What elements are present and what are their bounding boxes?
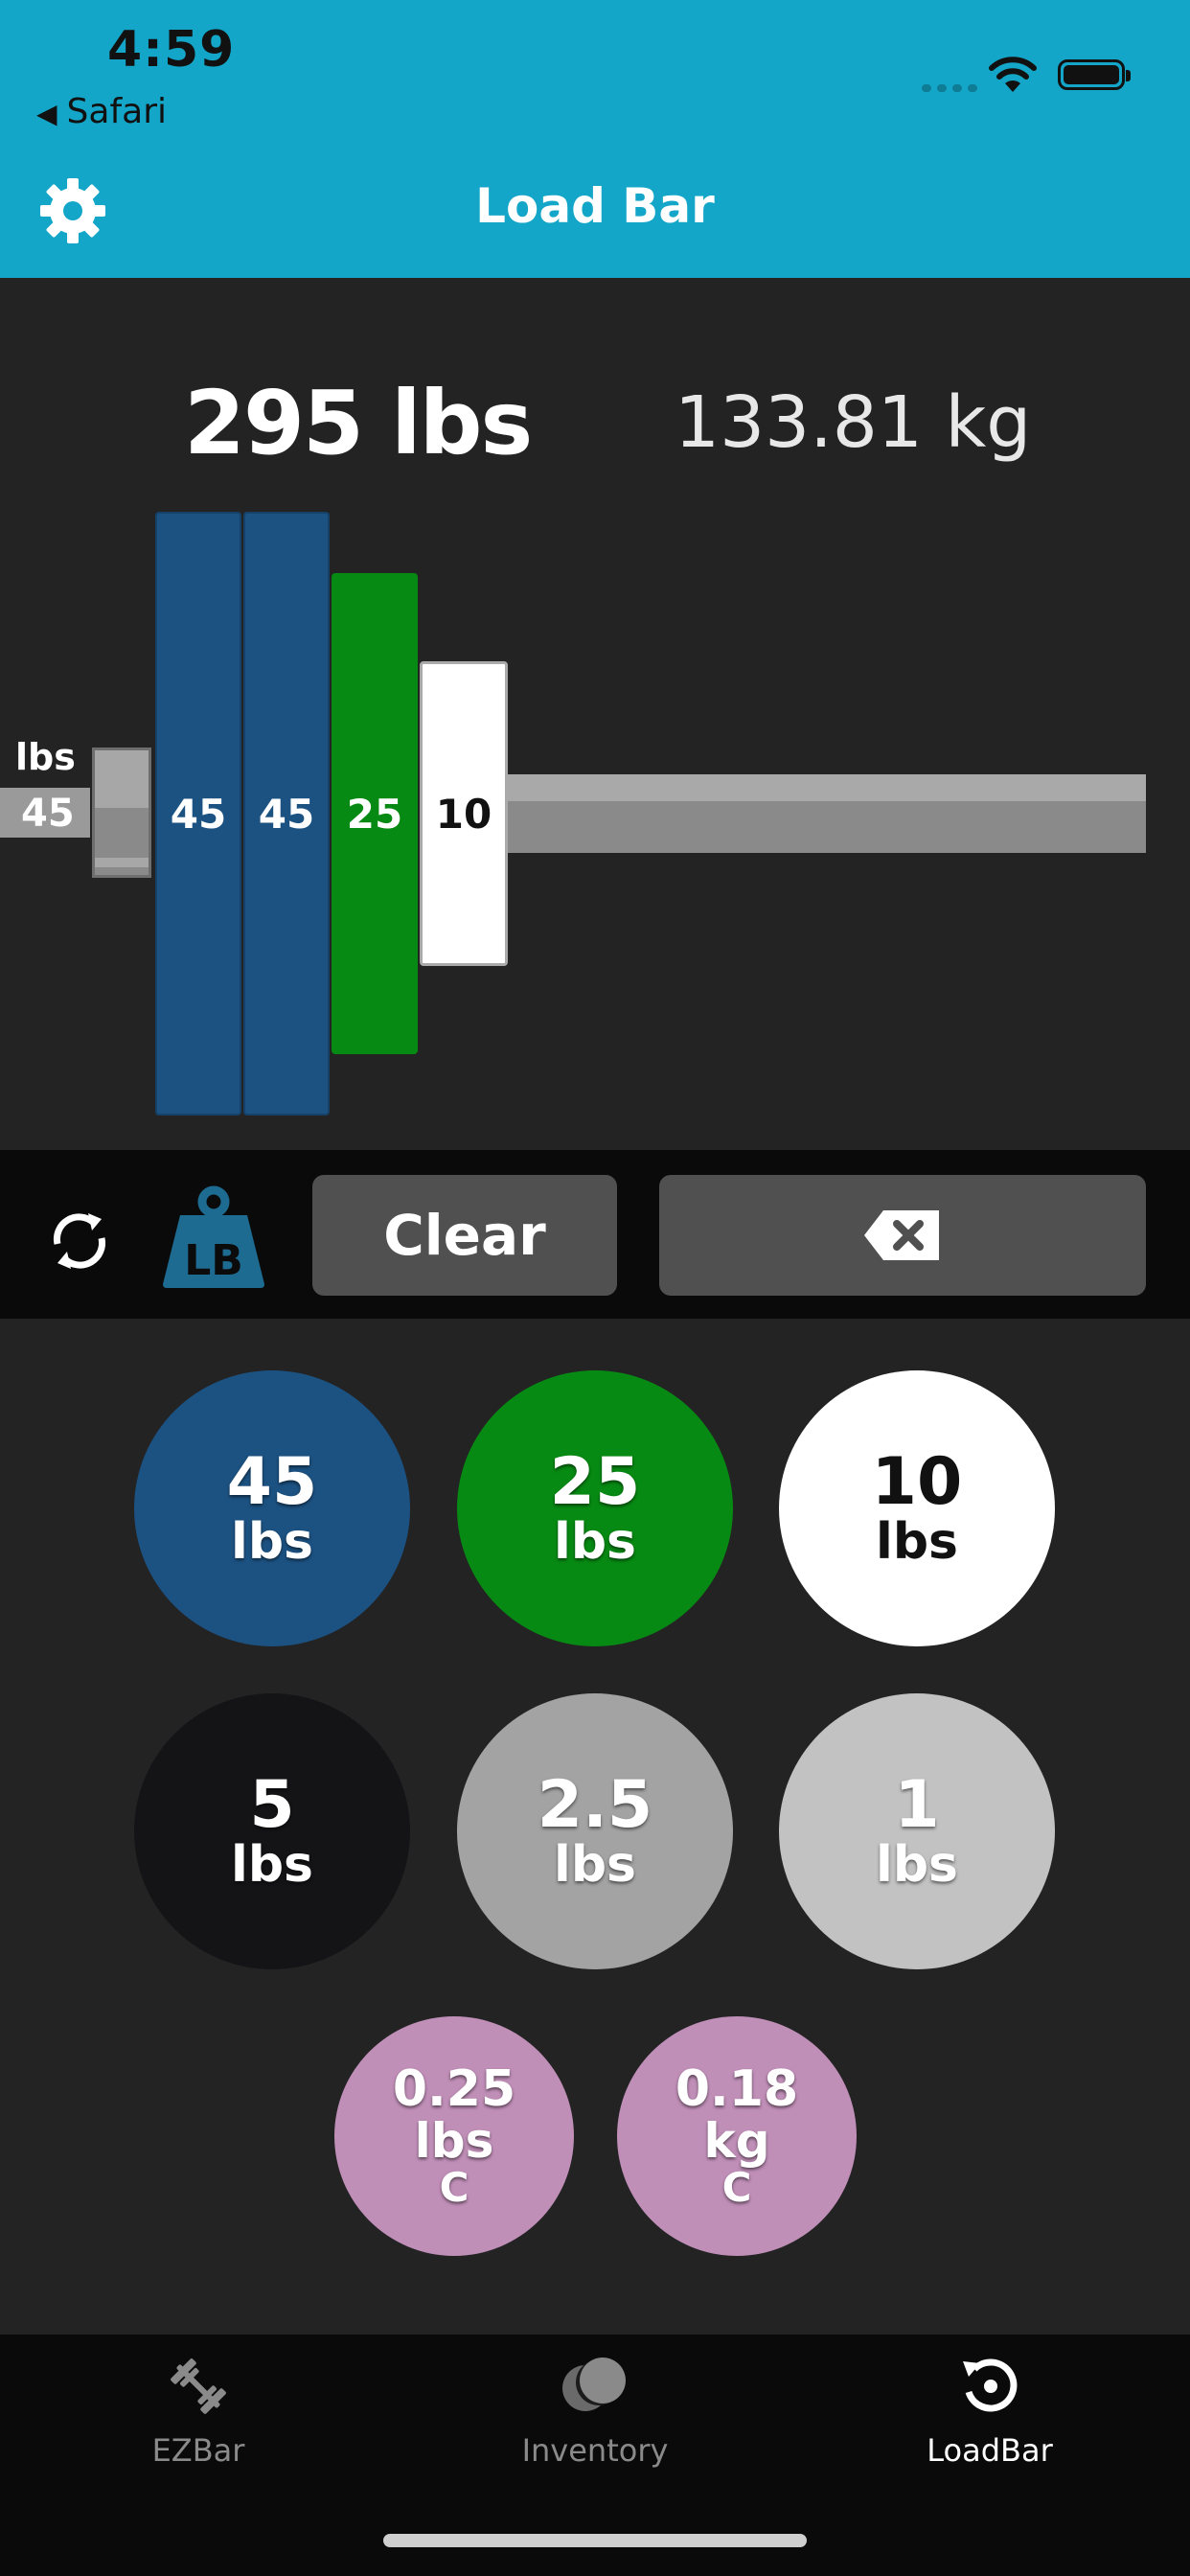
plate-value: 25 (549, 1444, 641, 1520)
plate-unit: lbs (876, 1513, 958, 1572)
tab-label: Inventory (521, 2432, 669, 2469)
add-plate-0-18-kg-button[interactable]: 0.18 kg C (617, 2016, 857, 2256)
tab-label: EZBar (151, 2432, 245, 2469)
plate-flag: C (721, 2163, 752, 2211)
plate-value: 0.25 (392, 2060, 516, 2119)
add-plate-1-lbs-button[interactable]: 1 lbs (779, 1693, 1055, 1969)
back-to-safari-link[interactable]: ◀ Safari (36, 92, 167, 131)
loaded-plate-label: 10 (435, 790, 492, 838)
refresh-icon[interactable] (46, 1208, 113, 1275)
plate-value: 2.5 (537, 1767, 653, 1843)
tab-loadbar[interactable]: LoadBar (846, 2352, 1133, 2469)
plates-icon (562, 2358, 626, 2411)
plate-unit: lbs (554, 1836, 636, 1895)
tab-inventory[interactable]: Inventory (451, 2352, 739, 2469)
plate-value: 45 (226, 1444, 318, 1520)
clear-button[interactable]: Clear (312, 1175, 617, 1296)
unit-toggle-text: LB (184, 1236, 243, 1285)
weight-unit-toggle-icon[interactable]: LB (157, 1184, 270, 1288)
add-plate-25-lbs-button[interactable]: 25 lbs (457, 1370, 733, 1646)
loaded-plate[interactable]: 10 (420, 661, 508, 966)
plate-unit: lbs (231, 1513, 313, 1572)
add-plate-45-lbs-button[interactable]: 45 lbs (134, 1370, 410, 1646)
add-plate-5-lbs-button[interactable]: 5 lbs (134, 1693, 410, 1969)
barbell-icon (171, 2358, 226, 2414)
tab-ezbar[interactable]: EZBar (55, 2352, 342, 2469)
plate-value: 10 (871, 1444, 963, 1520)
plate-unit: lbs (231, 1836, 313, 1895)
back-triangle-icon: ◀ (36, 98, 57, 129)
plate-value: 1 (894, 1767, 940, 1843)
loadbar-icon (963, 2358, 1018, 2412)
back-app-label: Safari (66, 92, 167, 131)
plate-unit: kg (703, 2113, 770, 2169)
bar-collar (92, 748, 151, 878)
loaded-plate-label: 45 (258, 790, 315, 838)
loaded-plate-label: 45 (170, 790, 227, 838)
add-plate-10-lbs-button[interactable]: 10 lbs (779, 1370, 1055, 1646)
add-plate-0-25-lbs-button[interactable]: 0.25 lbs C (334, 2016, 574, 2256)
cellular-signal-icon (922, 84, 977, 92)
bar-weight: 45 (21, 792, 75, 836)
plate-flag: C (439, 2163, 469, 2211)
loaded-plate[interactable]: 45 (243, 512, 330, 1116)
total-weight-lbs: 295 lbs (184, 372, 533, 474)
load-bar-screen: 4:59 ◀ Safari Load Bar 295 lbs 133.81 kg … (0, 0, 1190, 2576)
plate-value: 0.18 (675, 2060, 799, 2119)
bar-unit-label: lbs (15, 736, 76, 778)
loaded-plate[interactable]: 25 (332, 573, 418, 1054)
bar-shaft (506, 774, 1146, 853)
total-weight-kg: 133.81 kg (675, 381, 1032, 464)
battery-icon (1058, 59, 1131, 90)
plate-unit: lbs (876, 1836, 958, 1895)
add-plate-2-5-lbs-button[interactable]: 2.5 lbs (457, 1693, 733, 1969)
tab-label: LoadBar (927, 2432, 1053, 2469)
plate-unit: lbs (414, 2113, 494, 2169)
backspace-button[interactable] (659, 1175, 1146, 1296)
backspace-icon (864, 1210, 939, 1260)
plate-unit: lbs (554, 1513, 636, 1572)
loaded-plate[interactable]: 45 (155, 512, 241, 1116)
home-indicator (383, 2534, 807, 2547)
plate-value: 5 (249, 1767, 295, 1843)
status-time: 4:59 (107, 21, 236, 79)
page-title: Load Bar (475, 178, 715, 234)
wifi-icon (989, 57, 1037, 92)
loaded-plate-label: 25 (346, 790, 403, 838)
